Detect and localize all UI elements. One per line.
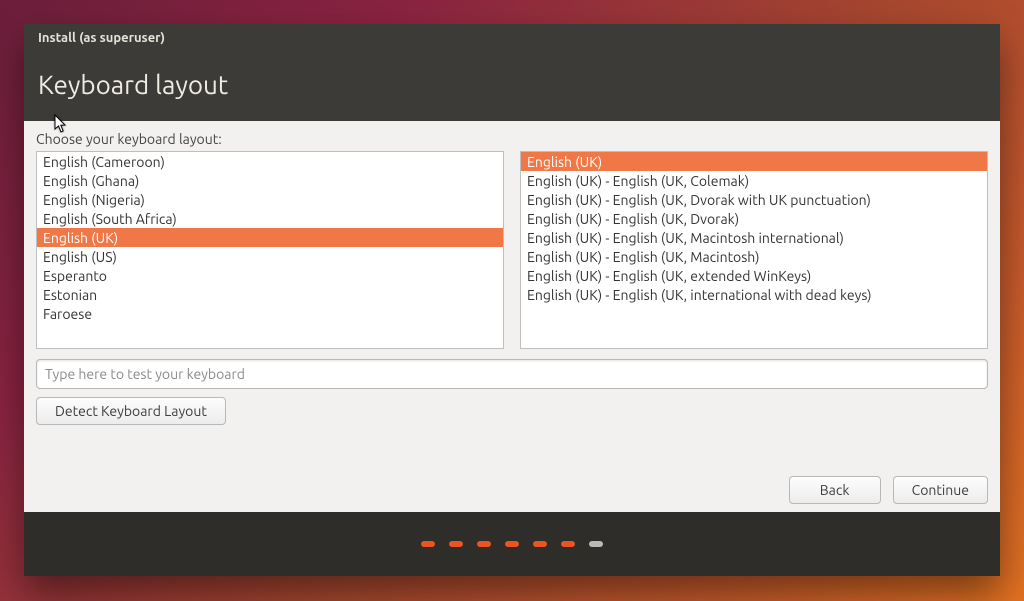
- choose-label: Choose your keyboard layout:: [36, 131, 988, 147]
- progress-dot: [561, 541, 575, 547]
- layout-lists: English (Cameroon)English (Ghana)English…: [36, 151, 988, 349]
- window-title: Install (as superuser): [24, 24, 1000, 52]
- layout-item[interactable]: Faroese: [37, 304, 503, 323]
- layout-item[interactable]: English (Nigeria): [37, 190, 503, 209]
- progress-dot: [477, 541, 491, 547]
- variant-item[interactable]: English (UK) - English (UK, Colemak): [521, 171, 987, 190]
- progress-dot: [505, 541, 519, 547]
- layout-item[interactable]: Esperanto: [37, 266, 503, 285]
- continue-button[interactable]: Continue: [893, 476, 988, 504]
- layout-item[interactable]: English (Ghana): [37, 171, 503, 190]
- content-area: Choose your keyboard layout: English (Ca…: [24, 121, 1000, 512]
- page-title: Keyboard layout: [24, 52, 1000, 121]
- layout-item[interactable]: English (South Africa): [37, 209, 503, 228]
- variant-listbox[interactable]: English (UK)English (UK) - English (UK, …: [520, 151, 988, 349]
- layout-item[interactable]: Estonian: [37, 285, 503, 304]
- variant-item[interactable]: English (UK) - English (UK, Macintosh): [521, 247, 987, 266]
- variant-item[interactable]: English (UK) - English (UK, internationa…: [521, 285, 987, 304]
- installer-window: Install (as superuser) Keyboard layout C…: [24, 24, 1000, 576]
- layout-item[interactable]: English (UK): [37, 228, 503, 247]
- layout-item[interactable]: English (US): [37, 247, 503, 266]
- variant-item[interactable]: English (UK) - English (UK, Dvorak with …: [521, 190, 987, 209]
- layout-item[interactable]: English (Cameroon): [37, 152, 503, 171]
- nav-buttons: Back Continue: [789, 476, 988, 504]
- variant-item[interactable]: English (UK) - English (UK, Macintosh in…: [521, 228, 987, 247]
- progress-dot: [449, 541, 463, 547]
- detect-keyboard-button[interactable]: Detect Keyboard Layout: [36, 397, 226, 425]
- variant-item[interactable]: English (UK): [521, 152, 987, 171]
- progress-dot: [589, 541, 603, 547]
- back-button[interactable]: Back: [789, 476, 881, 504]
- variant-item[interactable]: English (UK) - English (UK, Dvorak): [521, 209, 987, 228]
- progress-dot: [533, 541, 547, 547]
- variant-item[interactable]: English (UK) - English (UK, extended Win…: [521, 266, 987, 285]
- layout-listbox[interactable]: English (Cameroon)English (Ghana)English…: [36, 151, 504, 349]
- keyboard-test-input[interactable]: [36, 359, 988, 389]
- progress-dot: [421, 541, 435, 547]
- progress-dots: [24, 512, 1000, 576]
